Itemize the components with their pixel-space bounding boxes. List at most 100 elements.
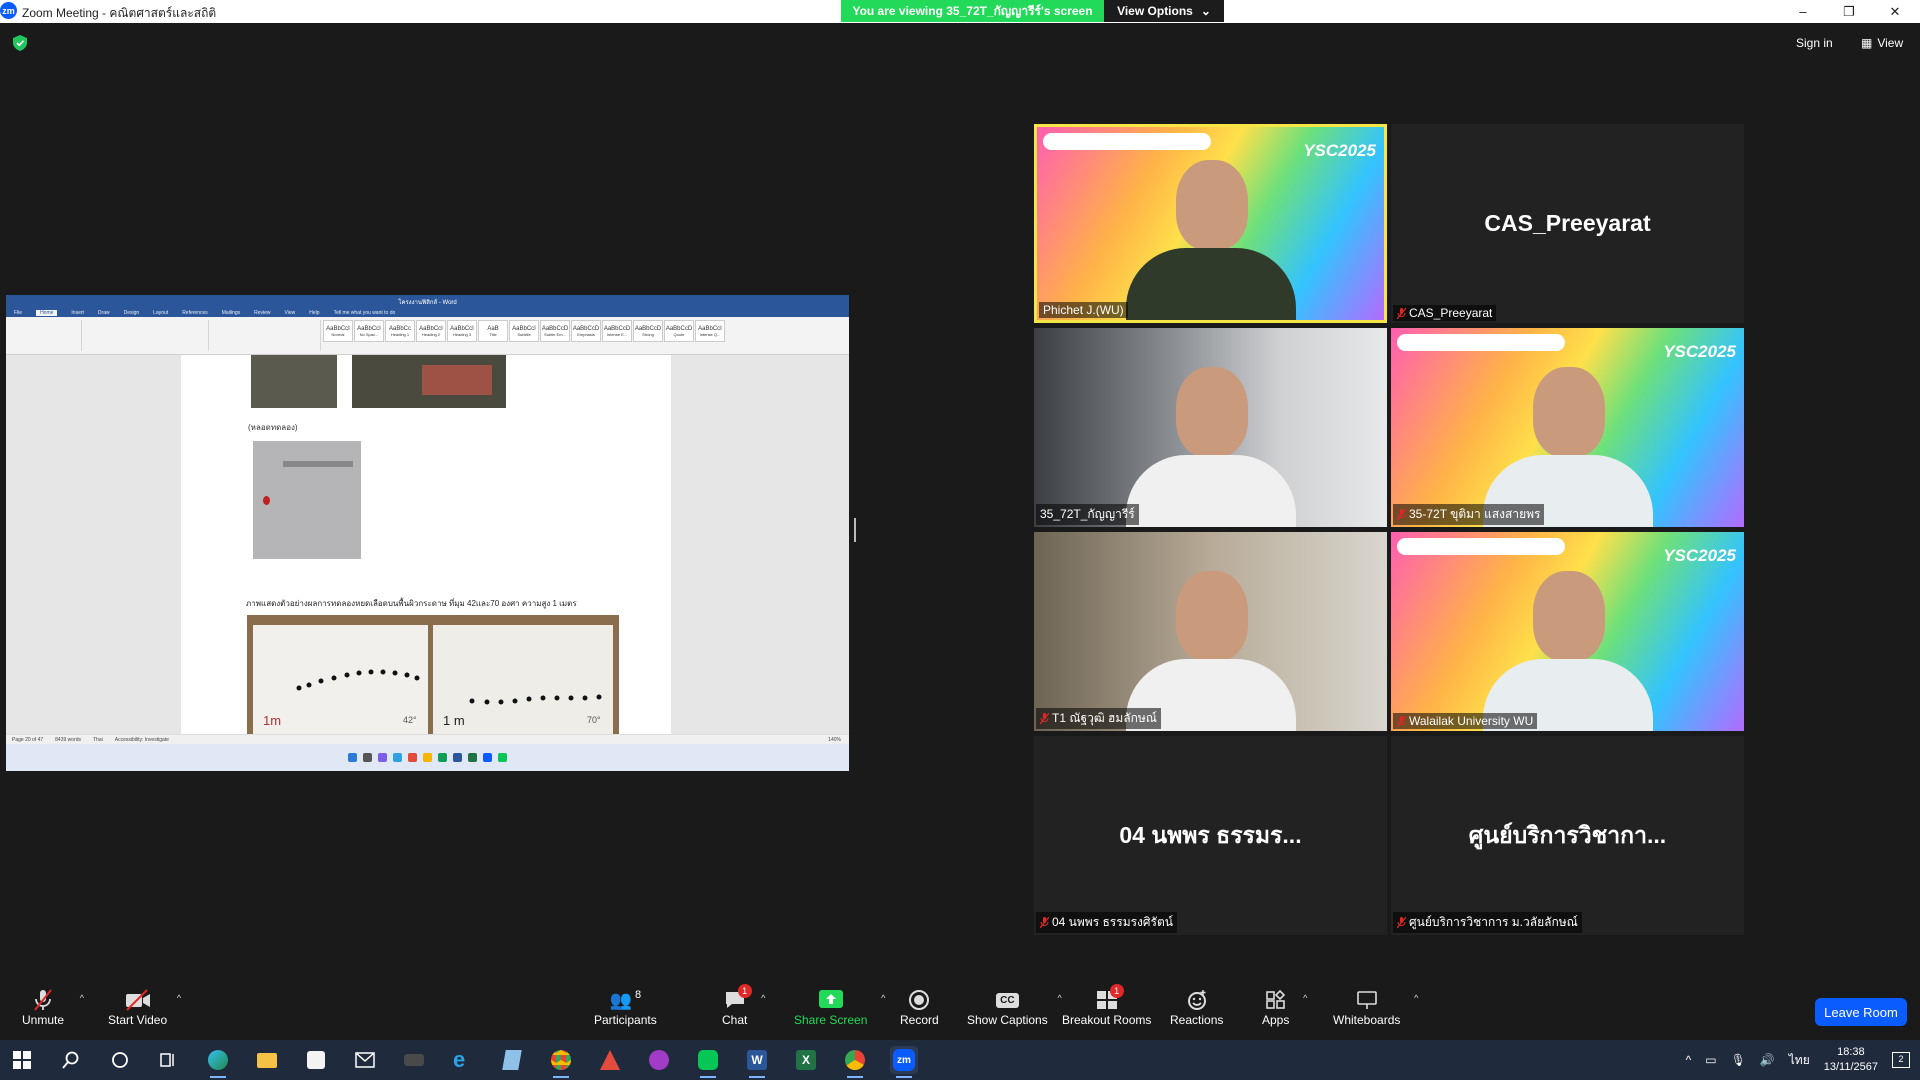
start-video-button[interactable]: Start Video ^ (108, 987, 181, 1027)
maximize-button[interactable]: ❐ (1826, 0, 1872, 23)
zoom-logo-icon: zm (0, 2, 17, 19)
show-captions-button[interactable]: CC Show Captions ^ (967, 987, 1062, 1027)
participant-big-name: CAS_Preeyarat (1484, 210, 1651, 236)
meeting-toolbar: Unmute ^ Start Video ^ 👥 8 Participants 1… (0, 979, 1920, 1040)
doc-photo-blood-drops: 1m 42° 1 m 70° (247, 615, 619, 734)
edge-browser-icon[interactable] (204, 1046, 232, 1078)
whiteboards-label: Whiteboards (1333, 1013, 1401, 1027)
shared-screen[interactable]: โครงงานฟิสิกส์ - Word File Home Insert D… (6, 295, 849, 771)
pdf-app-icon[interactable] (645, 1046, 673, 1074)
participant-name-label: T1 ณัฐวุฒิ ฮมลักษณ์ (1036, 708, 1161, 729)
word-style-name: Subtitle (517, 331, 531, 337)
mic-muted-icon (1396, 916, 1407, 929)
close-button[interactable]: ✕ (1872, 0, 1918, 23)
video-options-caret-icon[interactable]: ^ (177, 993, 181, 1003)
split-divider-handle[interactable] (854, 518, 856, 542)
adobe-app-icon[interactable] (596, 1046, 624, 1074)
participants-label: Participants (594, 1013, 657, 1027)
word-style-swatch: AaBbCcI Heading 2 (416, 320, 446, 342)
task-view-icon[interactable] (154, 1046, 182, 1074)
word-style-name: Heading 2 (421, 331, 441, 337)
whiteboards-button[interactable]: Whiteboards ^ (1333, 987, 1418, 1027)
store-icon[interactable] (302, 1046, 330, 1074)
status-accessibility: Accessibility: Investigate (114, 736, 169, 743)
internet-explorer-icon[interactable]: e (449, 1046, 477, 1074)
record-icon (909, 990, 930, 1010)
zoom-taskbar-icon[interactable]: zm (890, 1046, 918, 1078)
chrome-profile-icon[interactable] (841, 1046, 869, 1078)
participant-tile[interactable]: YSC2025 Phichet J.(WU) (1034, 124, 1387, 323)
word-style-name: Heading 3 (452, 331, 472, 337)
participant-tile[interactable]: 35_72T_กัญญารีร์ (1034, 328, 1387, 527)
ysc2025-logo: YSC2025 (1663, 342, 1736, 361)
volume-icon[interactable]: 🔊 (1760, 1053, 1775, 1067)
mic-muted-icon (34, 989, 52, 1011)
cortana-icon[interactable] (106, 1046, 134, 1074)
reactions-button[interactable]: Reactions (1170, 987, 1223, 1027)
search-icon[interactable] (57, 1046, 85, 1074)
chat-options-caret-icon[interactable]: ^ (761, 993, 765, 1003)
mail-icon[interactable] (351, 1046, 379, 1074)
notification-center-icon[interactable]: 2 (1892, 1052, 1910, 1068)
participant-tile[interactable]: 04 นพพร ธรรมร... 04 นพพร ธรรมรงศิรัตน์ (1034, 736, 1387, 935)
file-explorer-icon[interactable] (253, 1046, 281, 1074)
participant-tile[interactable]: YSC2025 35-72T ขุติมา แสงสายพร (1391, 328, 1744, 527)
apps-button[interactable]: Apps ^ (1262, 987, 1307, 1027)
breakout-rooms-label: Breakout Rooms (1062, 1013, 1152, 1027)
chat-button[interactable]: 1 Chat ^ (722, 984, 765, 1027)
document-page: (หลอดทดลอง) ภาพแสดงตัวอย่างผลการทดลองหยด… (181, 355, 671, 734)
participant-tile[interactable]: T1 ณัฐวุฒิ ฮมลักษณ์ (1034, 532, 1387, 731)
whiteboard-options-caret-icon[interactable]: ^ (1414, 993, 1418, 1003)
word-style-swatch: AaBbCcI Subtitle (509, 320, 539, 342)
sponsor-logos-strip (1397, 334, 1565, 351)
chevron-down-icon: ⌄ (1200, 4, 1211, 18)
unmute-button[interactable]: Unmute ^ (22, 987, 84, 1027)
input-language[interactable]: ไทย (1789, 1051, 1810, 1070)
window-title-bar: zm Zoom Meeting - คณิตศาสตร์และสถิติ You… (0, 0, 1920, 23)
word-style-name: Strong (642, 331, 654, 337)
doc-photo-container (352, 355, 506, 408)
network-icon[interactable]: ▭ (1705, 1053, 1716, 1067)
notepad-icon[interactable] (498, 1046, 526, 1074)
minimize-button[interactable]: – (1780, 0, 1826, 23)
record-label: Record (900, 1013, 939, 1027)
line-app-icon[interactable] (694, 1046, 722, 1078)
audio-options-caret-icon[interactable]: ^ (80, 993, 84, 1003)
view-options-button[interactable]: View Options ⌄ (1104, 0, 1224, 22)
sign-in-button[interactable]: Sign in (1790, 33, 1839, 53)
word-style-swatch: AaBbCcD Quote (664, 320, 694, 342)
view-label: View (1877, 36, 1904, 50)
excel-app-icon[interactable]: X (792, 1046, 820, 1074)
record-button[interactable]: Record (900, 987, 939, 1027)
font-group (84, 320, 209, 351)
share-options-caret-icon[interactable]: ^ (881, 993, 885, 1003)
participant-name-label: Phichet J.(WU) (1039, 302, 1128, 318)
chevron-up-icon[interactable]: ^ (1686, 1053, 1692, 1067)
encryption-shield-icon[interactable] (13, 35, 27, 51)
share-screen-button[interactable]: Share Screen ^ (794, 987, 885, 1027)
apps-options-caret-icon[interactable]: ^ (1303, 993, 1307, 1003)
participants-button[interactable]: 👥 8 Participants (594, 987, 657, 1027)
taskbar-clock[interactable]: 18:38 13/11/2567 (1824, 1045, 1878, 1075)
participant-tile[interactable]: ศูนย์บริการวิชากา... ศูนย์บริการวิชาการ ม… (1391, 736, 1744, 935)
word-window-title: โครงงานฟิสิกส์ - Word (398, 299, 457, 306)
sponsor-logos-strip (1043, 133, 1211, 150)
chrome-icon[interactable] (547, 1046, 575, 1078)
leave-room-button[interactable]: Leave Room (1815, 998, 1907, 1026)
word-ribbon: AaBbCcI Normal AaBbCcI No Spac... AaBbCc Head… (6, 317, 849, 355)
microphone-icon[interactable]: 🎙 (1731, 1053, 1746, 1067)
start-video-label: Start Video (108, 1013, 168, 1027)
view-button[interactable]: ▦ View (1855, 33, 1909, 53)
word-app-icon[interactable]: W (743, 1046, 771, 1078)
windows-start-icon[interactable] (8, 1046, 36, 1074)
participant-tile[interactable]: CAS_Preeyarat CAS_Preeyarat (1391, 124, 1744, 323)
word-style-name: Quote (673, 331, 685, 337)
participant-name: Phichet J.(WU) (1043, 303, 1124, 317)
doc-caption-test-tube: (หลอดทดลอง) (248, 423, 298, 432)
participant-name: 35_72T_กัญญารีร์ (1040, 507, 1135, 521)
game-app-icon[interactable] (400, 1046, 428, 1074)
apps-label: Apps (1262, 1013, 1290, 1027)
breakout-rooms-button[interactable]: 1 Breakout Rooms (1062, 984, 1152, 1027)
word-style-swatch: AaBbCcI Intense Q... (695, 320, 725, 342)
participant-tile[interactable]: YSC2025 Walailak University WU (1391, 532, 1744, 731)
